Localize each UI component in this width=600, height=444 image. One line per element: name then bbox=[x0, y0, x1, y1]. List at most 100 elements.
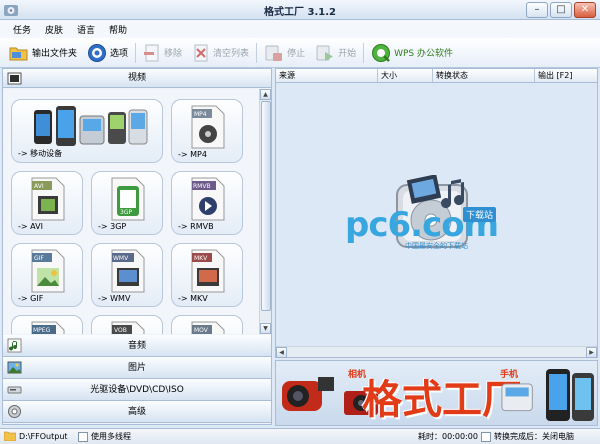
gear-icon bbox=[88, 43, 107, 62]
advanced-gear-icon bbox=[8, 405, 21, 418]
maximize-button[interactable]: □ bbox=[550, 2, 572, 18]
category-optical-disc-label: 光驱设备\DVD\CD\ISO bbox=[90, 385, 184, 395]
scroll-up-arrow[interactable]: ▲ bbox=[260, 89, 271, 100]
start-icon bbox=[316, 45, 334, 61]
mkv-badge: MKV bbox=[194, 255, 208, 262]
start-button[interactable]: 开始 bbox=[310, 40, 361, 66]
mp4-badge: MP4 bbox=[194, 111, 207, 118]
category-audio[interactable]: 音频 bbox=[3, 335, 271, 357]
column-size[interactable]: 大小 bbox=[378, 69, 433, 82]
category-video-label: 视频 bbox=[127, 73, 146, 83]
start-label: 开始 bbox=[338, 49, 357, 59]
tile-mov[interactable]: MOV bbox=[171, 315, 243, 334]
toolbar: 输出文件夹 选项 移除 清空列表 停止 开始 WPS 办公软件 bbox=[0, 38, 600, 68]
gif-badge: GIF bbox=[34, 255, 44, 262]
multithread-option[interactable]: 使用多线程 bbox=[78, 431, 131, 442]
pc6-slogan: 中国最安全的下载站 bbox=[405, 242, 468, 250]
output-path-item[interactable]: D:\FFOutput bbox=[4, 431, 68, 441]
remove-document-icon bbox=[144, 44, 159, 61]
scroll-right-arrow[interactable]: ▶ bbox=[586, 347, 597, 358]
wps-label: WPS 办公软件 bbox=[394, 49, 453, 59]
tile-3gp-label: -> 3GP bbox=[98, 222, 127, 231]
multithread-label: 使用多线程 bbox=[91, 432, 131, 441]
close-button[interactable]: ✕ bbox=[574, 2, 596, 18]
column-status[interactable]: 转换状态 bbox=[433, 69, 535, 82]
category-advanced[interactable]: 高级 bbox=[3, 401, 271, 423]
menu-help[interactable]: 帮助 bbox=[102, 20, 134, 38]
tile-rmvb[interactable]: RMVB -> RMVB bbox=[171, 171, 243, 235]
tile-gif-label: -> GIF bbox=[18, 294, 44, 303]
3gp-badge: 3GP bbox=[120, 209, 132, 216]
category-audio-label: 音频 bbox=[127, 341, 146, 351]
pc6-tag: 下载站 bbox=[463, 207, 497, 222]
tile-avi[interactable]: AVI -> AVI bbox=[11, 171, 83, 235]
tile-vob[interactable]: VOB bbox=[91, 315, 163, 334]
stop-icon bbox=[265, 45, 283, 61]
clear-list-icon bbox=[194, 44, 208, 61]
category-optical-disc[interactable]: 光驱设备\DVD\CD\ISO bbox=[3, 379, 271, 401]
vob-badge: VOB bbox=[114, 327, 127, 334]
column-output[interactable]: 输出 [F2] bbox=[535, 69, 597, 82]
scroll-down-arrow[interactable]: ▼ bbox=[260, 323, 271, 334]
mobile-devices-icon bbox=[34, 106, 148, 146]
tile-mobile-device-label: -> 移动设备 bbox=[18, 149, 63, 158]
scroll-thumb[interactable] bbox=[261, 101, 271, 311]
stop-button[interactable]: 停止 bbox=[259, 40, 310, 66]
remove-button[interactable]: 移除 bbox=[138, 40, 187, 66]
rmvb-badge: RMVB bbox=[193, 183, 211, 190]
video-grid-scrollbar[interactable]: ▲ ▼ bbox=[259, 89, 271, 334]
tile-gif[interactable]: GIF -> GIF bbox=[11, 243, 83, 307]
category-video[interactable]: 视频 bbox=[3, 69, 271, 88]
category-picture[interactable]: 图片 bbox=[3, 357, 271, 379]
wmv-file-icon: WMV bbox=[111, 249, 145, 293]
3gp-file-icon: 3GP bbox=[111, 177, 145, 221]
toolbar-separator bbox=[363, 42, 365, 63]
tile-mkv-label: -> MKV bbox=[178, 294, 208, 303]
after-convert-label: 转换完成后：关闭电脑 bbox=[494, 432, 574, 441]
tile-mkv[interactable]: MKV -> MKV bbox=[171, 243, 243, 307]
remove-label: 移除 bbox=[164, 49, 183, 59]
promo-banner[interactable]: 相机 格式工厂 手机 bbox=[275, 360, 598, 426]
tile-mpeg[interactable]: MPEG bbox=[11, 315, 83, 334]
wps-office-button[interactable]: WPS 办公软件 bbox=[366, 40, 458, 66]
tile-mp4[interactable]: MP4 -> MP4 bbox=[171, 99, 243, 163]
task-list-horizontal-scrollbar[interactable]: ◀ ▶ bbox=[276, 346, 597, 358]
multithread-checkbox[interactable] bbox=[78, 431, 88, 442]
minimize-button[interactable]: – bbox=[526, 2, 548, 18]
music-note-icon bbox=[7, 338, 22, 353]
category-picture-label: 图片 bbox=[127, 363, 146, 373]
tile-avi-label: -> AVI bbox=[18, 222, 43, 231]
mpeg-file-icon: MPEG bbox=[31, 321, 65, 334]
tile-3gp[interactable]: 3GP -> 3GP bbox=[91, 171, 163, 235]
output-path: D:\FFOutput bbox=[19, 431, 68, 441]
tile-wmv[interactable]: WMV -> WMV bbox=[91, 243, 163, 307]
conversion-panel: 视频 -> 移动设备 MP4 -> MP4 AVI -> AVI 3GP -> … bbox=[2, 68, 272, 425]
menu-task[interactable]: 任务 bbox=[6, 20, 38, 38]
tile-mobile-device[interactable]: -> 移动设备 bbox=[11, 99, 163, 163]
options-button[interactable]: 选项 bbox=[82, 40, 133, 66]
menu-skin[interactable]: 皮肤 bbox=[38, 20, 70, 38]
mpeg-badge: MPEG bbox=[33, 327, 51, 334]
clear-list-label: 清空列表 bbox=[213, 49, 250, 59]
mkv-file-icon: MKV bbox=[191, 249, 225, 293]
pc6-watermark: pc6.com 下载站 中国最安全的下载站 bbox=[345, 205, 499, 250]
disc-drive-icon bbox=[7, 386, 22, 394]
output-folder-button[interactable]: 输出文件夹 bbox=[4, 40, 82, 66]
camcorder-icon bbox=[282, 377, 334, 411]
mov-file-icon: MOV bbox=[191, 321, 225, 334]
output-folder-icon bbox=[4, 431, 16, 441]
category-advanced-label: 高级 bbox=[127, 407, 146, 417]
scroll-left-arrow[interactable]: ◀ bbox=[276, 347, 287, 358]
clear-list-button[interactable]: 清空列表 bbox=[187, 40, 254, 66]
video-category-icon bbox=[7, 72, 22, 85]
menu-language[interactable]: 语言 bbox=[70, 20, 102, 38]
after-convert-checkbox[interactable] bbox=[481, 431, 491, 442]
output-folder-label: 输出文件夹 bbox=[32, 49, 78, 59]
wmv-badge: WMV bbox=[113, 255, 129, 262]
column-source[interactable]: 来源 bbox=[276, 69, 378, 82]
title-bar: 格式工厂 3.1.2 – □ ✕ bbox=[0, 0, 600, 20]
menu-bar: 任务 皮肤 语言 帮助 bbox=[0, 20, 600, 38]
after-convert-option[interactable]: 转换完成后：关闭电脑 bbox=[481, 431, 574, 442]
wps-icon bbox=[372, 43, 391, 62]
picture-icon bbox=[7, 361, 22, 374]
